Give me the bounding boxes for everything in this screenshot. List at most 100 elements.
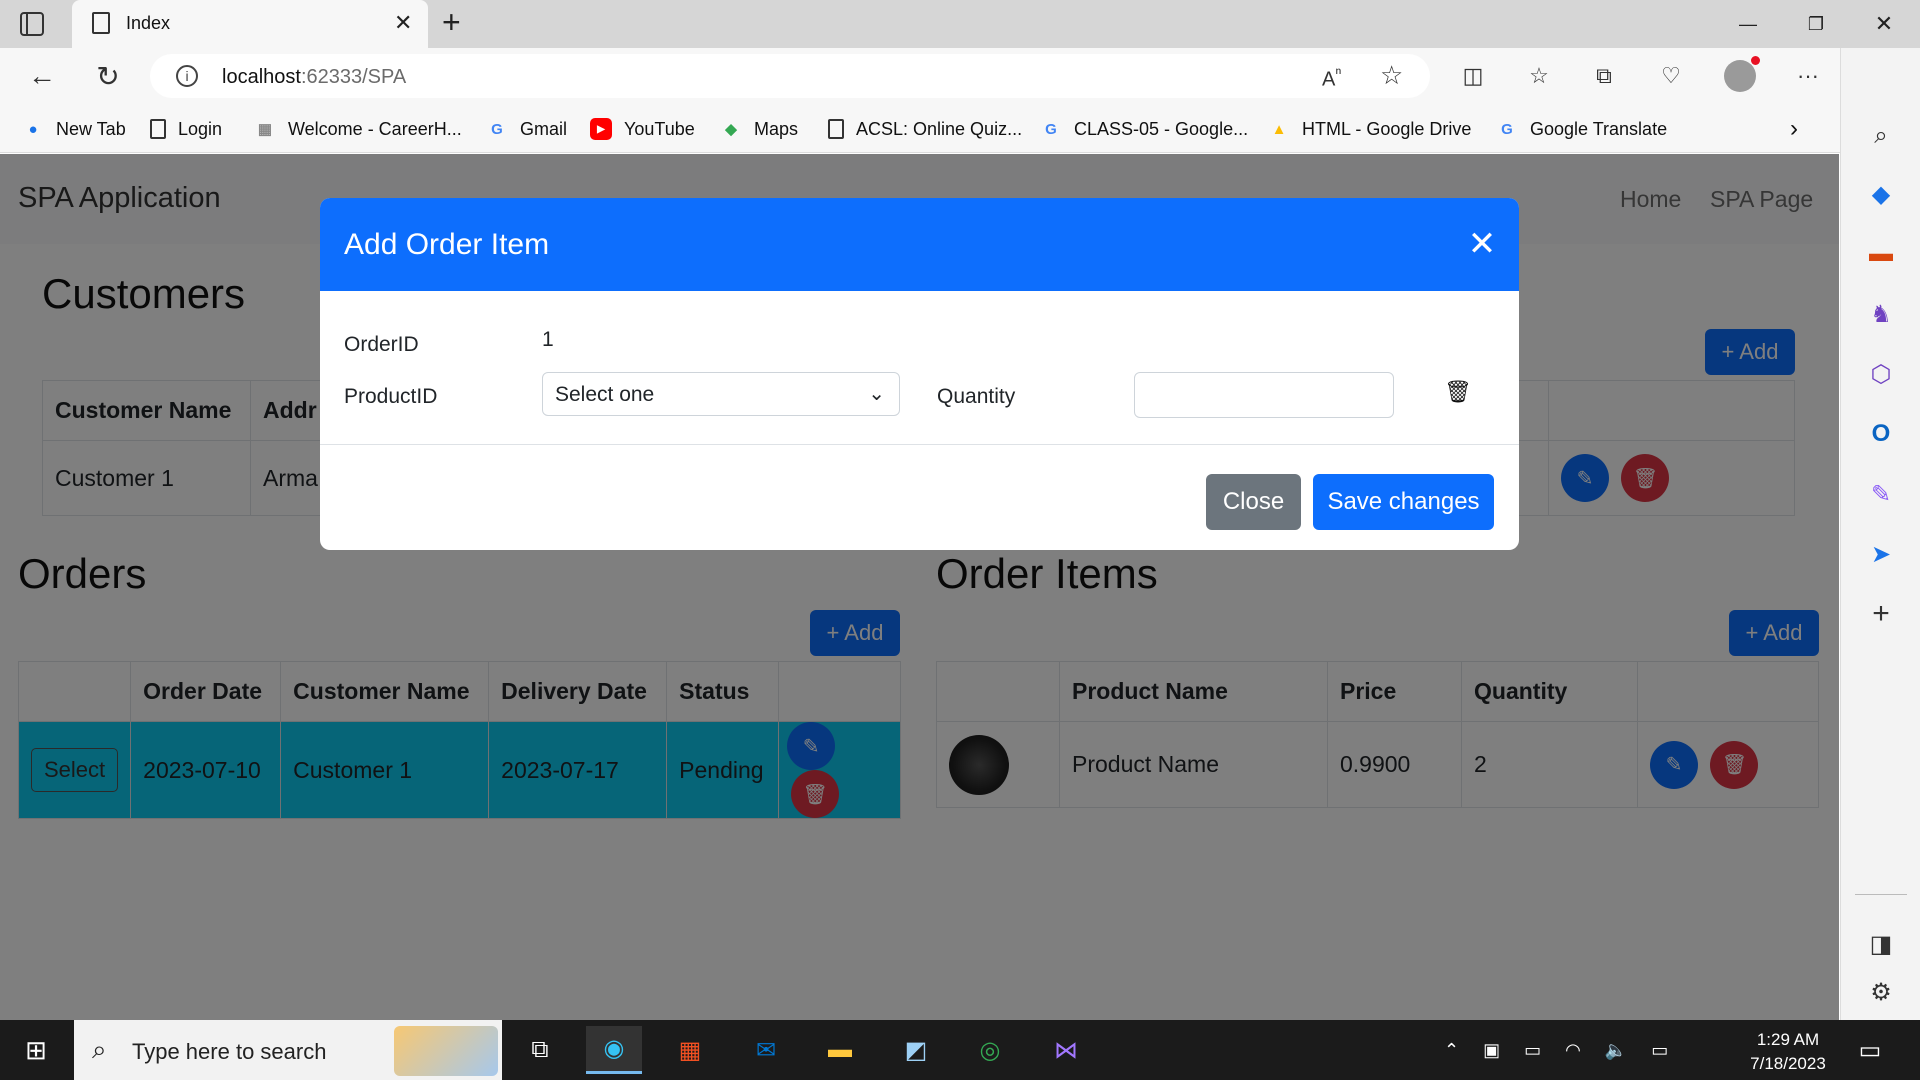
close-window-button[interactable]: ✕ bbox=[1860, 8, 1908, 40]
google-icon: G bbox=[1045, 120, 1057, 138]
bookmark-acsl[interactable]: ACSL: Online Quiz... bbox=[828, 115, 1022, 143]
close-button[interactable]: Close bbox=[1206, 474, 1301, 530]
search-icon: ⌕ bbox=[92, 1034, 107, 1064]
split-screen-icon[interactable]: ◫ bbox=[1453, 56, 1493, 96]
bookmark-login[interactable]: Login bbox=[150, 115, 222, 143]
edge-sidebar: ⌕ ◆ ▬ ♞ ⬡ O ✎ ➤ + ◨ ⚙ bbox=[1840, 48, 1920, 1020]
sidebar-divider bbox=[1855, 894, 1907, 895]
minimize-button[interactable]: — bbox=[1724, 8, 1772, 40]
store-taskbar-icon[interactable]: ▦ bbox=[662, 1026, 718, 1074]
modal-title: Add Order Item bbox=[344, 228, 550, 261]
tools-icon[interactable]: ▬ bbox=[1861, 234, 1901, 274]
taskbar-search-box[interactable]: ⌕ Type here to search bbox=[74, 1020, 502, 1080]
mail-taskbar-icon[interactable]: ✉ bbox=[738, 1026, 794, 1074]
address-bar[interactable]: i localhost:62333/SPA Aⁿ ☆ bbox=[150, 54, 1430, 98]
tab-actions-icon[interactable] bbox=[20, 12, 44, 36]
new-tab-button[interactable]: + bbox=[442, 4, 461, 41]
order-id-label: OrderID bbox=[344, 333, 419, 356]
refresh-icon[interactable]: ↻ bbox=[88, 56, 128, 96]
product-select[interactable]: Select one ⌄ bbox=[542, 372, 900, 416]
save-changes-button[interactable]: Save changes bbox=[1313, 474, 1494, 530]
office-icon[interactable]: ⬡ bbox=[1861, 354, 1901, 394]
tab-index[interactable]: Index ✕ bbox=[72, 0, 428, 48]
designer-icon[interactable]: ✎ bbox=[1861, 474, 1901, 514]
windows-taskbar: ⊞ ⌕ Type here to search ⧉ ◉ ▦ ✉ ▬ ◩ ◎ ⋈ … bbox=[0, 1020, 1920, 1080]
page-icon bbox=[828, 119, 844, 139]
add-sidebar-app-icon[interactable]: + bbox=[1861, 594, 1901, 634]
read-aloud-icon[interactable]: Aⁿ bbox=[1322, 63, 1341, 92]
bookmark-new-tab[interactable]: ● New Tab bbox=[22, 115, 125, 143]
site-icon: ▦ bbox=[257, 121, 273, 138]
hide-sidebar-icon[interactable]: ◨ bbox=[1861, 924, 1901, 964]
page-viewport: SPA Application Home SPA Page Customers … bbox=[0, 154, 1839, 1020]
notes-taskbar-icon[interactable]: ◩ bbox=[888, 1026, 944, 1074]
taskbar-clock[interactable]: 1:29 AM 7/18/2023 bbox=[1740, 1028, 1836, 1076]
product-select-value: Select one bbox=[555, 383, 655, 406]
favorite-star-icon[interactable]: ☆ bbox=[1380, 60, 1403, 91]
url-text: localhost:62333/SPA bbox=[222, 66, 407, 88]
bookmarks-bar: ● New Tab Login ▦ Welcome - CareerH... G Gm… bbox=[0, 105, 1840, 153]
maps-icon: ◆ bbox=[725, 121, 737, 138]
bookmark-class05[interactable]: G CLASS-05 - Google... bbox=[1040, 115, 1248, 143]
bookmark-youtube[interactable]: ▶ YouTube bbox=[590, 115, 695, 143]
quantity-input[interactable] bbox=[1134, 372, 1394, 418]
clock-date: 7/18/2023 bbox=[1750, 1054, 1826, 1073]
meet-icon[interactable]: ▣ bbox=[1483, 1040, 1500, 1061]
settings-gear-icon[interactable]: ⚙ bbox=[1861, 972, 1901, 1012]
shopping-tag-icon[interactable]: ◆ bbox=[1861, 174, 1901, 214]
keyboard-layout-icon[interactable]: ▭ bbox=[1651, 1040, 1668, 1061]
show-hidden-icons-chevron-icon[interactable]: ⌃ bbox=[1444, 1040, 1459, 1061]
system-tray: ⌃ ▣ ▭ ◠ 🔈 ▭ bbox=[1444, 1020, 1668, 1080]
quantity-label: Quantity bbox=[937, 385, 1016, 408]
browser-tab-bar: Index ✕ + — ❐ ✕ bbox=[0, 0, 1920, 48]
browser-essentials-icon[interactable]: ♡ bbox=[1651, 56, 1691, 96]
file-explorer-taskbar-icon[interactable]: ▬ bbox=[812, 1026, 868, 1074]
restore-button[interactable]: ❐ bbox=[1792, 8, 1840, 40]
tab-title: Index bbox=[126, 13, 171, 33]
drop-send-icon[interactable]: ➤ bbox=[1861, 534, 1901, 574]
collections-icon[interactable]: ⧉ bbox=[1584, 56, 1624, 96]
battery-icon[interactable]: ▭ bbox=[1524, 1040, 1541, 1061]
outlook-icon[interactable]: O bbox=[1861, 414, 1901, 454]
bookmark-maps[interactable]: ◆ Maps bbox=[720, 115, 798, 143]
info-icon[interactable]: i bbox=[176, 65, 198, 87]
close-tab-icon[interactable]: ✕ bbox=[394, 10, 412, 36]
product-id-label: ProductID bbox=[344, 385, 438, 408]
favorites-icon[interactable]: ☆ bbox=[1519, 56, 1559, 96]
notifications-icon[interactable]: ▭ bbox=[1842, 1026, 1898, 1074]
windows-start-icon[interactable]: ⊞ bbox=[8, 1026, 64, 1074]
bookmark-careerh[interactable]: ▦ Welcome - CareerH... bbox=[254, 115, 462, 143]
bookmark-gmail[interactable]: G Gmail bbox=[486, 115, 567, 143]
page-icon bbox=[150, 119, 166, 139]
close-icon[interactable]: ✕ bbox=[1464, 225, 1500, 263]
modal-header: Add Order Item ✕ bbox=[320, 198, 1519, 291]
games-icon[interactable]: ♞ bbox=[1861, 294, 1901, 334]
translate-icon: G bbox=[1501, 120, 1513, 138]
edge-taskbar-icon[interactable]: ◉ bbox=[586, 1026, 642, 1074]
visual-studio-taskbar-icon[interactable]: ⋈ bbox=[1038, 1026, 1094, 1074]
order-id-value: 1 bbox=[542, 328, 554, 351]
profile-avatar[interactable] bbox=[1720, 56, 1760, 96]
search-icon[interactable]: ⌕ bbox=[1861, 116, 1901, 156]
browser-toolbar: ← ↻ i localhost:62333/SPA Aⁿ ☆ ◫ ☆ ⧉ ♡ ·… bbox=[0, 48, 1920, 105]
edge-icon: ● bbox=[28, 120, 38, 138]
chrome-taskbar-icon[interactable]: ◎ bbox=[962, 1026, 1018, 1074]
remove-row-trash-icon[interactable]: 🗑 bbox=[1444, 379, 1472, 405]
task-view-icon[interactable]: ⧉ bbox=[512, 1026, 568, 1074]
wifi-icon[interactable]: ◠ bbox=[1565, 1040, 1581, 1061]
back-icon[interactable]: ← bbox=[22, 56, 62, 96]
youtube-icon: ▶ bbox=[590, 118, 612, 140]
search-highlight-illustration bbox=[394, 1026, 498, 1076]
modal-footer-divider bbox=[320, 444, 1519, 445]
clock-time: 1:29 AM bbox=[1756, 1030, 1820, 1049]
chevron-down-icon: ⌄ bbox=[868, 383, 885, 405]
bookmark-translate[interactable]: G Google Translate bbox=[1496, 115, 1667, 143]
bookmarks-more-chevron-icon[interactable]: › bbox=[1790, 115, 1798, 143]
bookmark-html-drive[interactable]: ▲ HTML - Google Drive bbox=[1268, 115, 1472, 143]
taskbar-search-placeholder: Type here to search bbox=[132, 1039, 327, 1064]
volume-icon[interactable]: 🔈 bbox=[1605, 1040, 1627, 1061]
add-order-item-modal: Add Order Item ✕ OrderID 1 ProductID Sel… bbox=[320, 198, 1519, 550]
page-icon bbox=[92, 12, 110, 34]
drive-icon: ▲ bbox=[1271, 120, 1287, 138]
more-menu-icon[interactable]: ··· bbox=[1788, 56, 1828, 96]
